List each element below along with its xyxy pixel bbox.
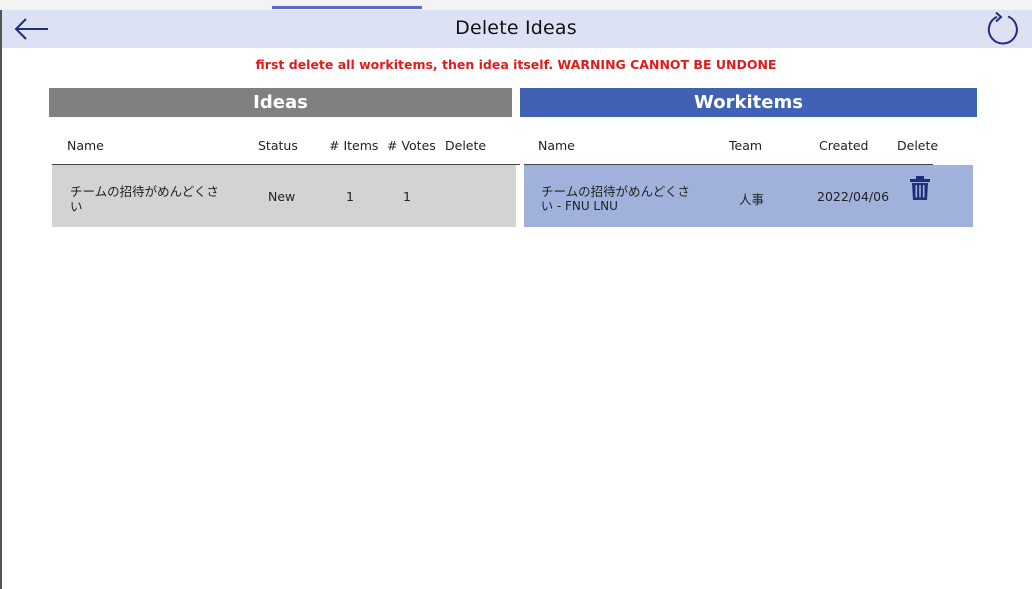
ideas-col-delete: Delete (445, 138, 487, 153)
refresh-icon (987, 11, 1018, 45)
idea-items-count: 1 (346, 189, 354, 204)
tab-indicator (272, 6, 422, 9)
ideas-col-status: Status (258, 138, 298, 153)
workitems-col-name: Name (538, 138, 575, 153)
workitem-name-line2: い - FNU LNU (541, 199, 618, 213)
ideas-col-items: # Items (329, 138, 379, 153)
workitems-panel-title: Workitems (520, 88, 977, 117)
window-top-strip (0, 0, 1032, 10)
ideas-col-votes: # Votes (387, 138, 436, 153)
workitem-team: 人事 (739, 192, 765, 207)
ideas-col-name: Name (67, 138, 104, 153)
page-title: Delete Ideas (455, 17, 577, 39)
warning-message: first delete all workitems, then idea it… (255, 57, 777, 72)
delete-workitem-button[interactable] (909, 175, 931, 201)
ideas-panel-title: Ideas (49, 88, 512, 117)
idea-status: New (268, 189, 296, 204)
workitems-col-team: Team (729, 138, 763, 153)
workitems-col-delete: Delete (897, 138, 939, 153)
trash-icon (910, 176, 930, 200)
idea-votes-count: 1 (403, 189, 411, 204)
left-border (0, 10, 2, 589)
refresh-button[interactable] (986, 11, 1020, 46)
idea-name-line1: チームの招待がめんどくさ (70, 184, 219, 199)
workitem-created-date: 2022/04/06 (817, 189, 890, 204)
idea-name-line2: い (70, 199, 83, 214)
workitems-col-created: Created (819, 138, 869, 153)
